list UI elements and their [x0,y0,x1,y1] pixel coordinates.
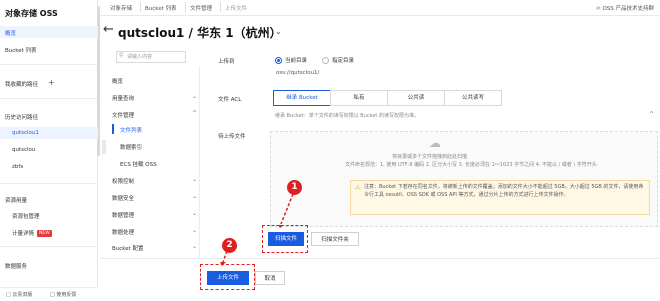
subnav-data-mgmt[interactable]: 数据管理 [112,211,134,219]
upload-path: oss://qutsclou1/ [276,70,320,76]
subnav-file-list[interactable]: 文件列表 [120,126,142,134]
acl-option-private[interactable]: 私有 [330,90,388,106]
drop-hint: 将目录或多个文件拖拽到此处扫描 [392,154,468,160]
breadcrumb-item[interactable]: 文件管理 [190,4,212,12]
sidebar-divider [0,246,97,247]
chevron-down-icon[interactable]: ⌄ [192,227,197,234]
add-favorite-icon[interactable]: + [48,78,55,87]
subnav-file-mgmt[interactable]: 文件管理 [112,111,134,119]
breadcrumb-current: 上传文件 [225,6,248,12]
new-badge: NEW [37,230,52,237]
acl-option-inherit[interactable]: 继承 Bucket [273,90,331,106]
chevron-down-icon[interactable]: ⌄ [192,243,197,250]
chevron-up-icon[interactable]: ^ [192,110,197,117]
chevron-down-icon[interactable]: ⌄ [275,27,282,36]
sidebar-history-item[interactable]: zbfs [12,164,23,170]
subnav-permission[interactable]: 权限控制 [112,177,134,185]
radio-current-label: 当前目录 [285,58,308,64]
old-version-link[interactable]: □ 云贵旧版 [6,291,32,298]
subnav-usage[interactable]: 用量查询 [112,94,134,102]
old-version-label: 云贵旧版 [12,292,33,298]
radio-current-dir[interactable]: 当前目录 [275,56,307,64]
annotation-arrow-2 [220,250,228,266]
cancel-button[interactable]: 取消 [255,271,285,285]
scan-folder-button[interactable]: 扫描文件夹 [311,232,359,246]
chevron-down-icon[interactable]: ⌄ [192,193,197,200]
sidebar-resource-item[interactable]: 资源包管理 [12,212,40,220]
subnav-active-bar [112,124,114,134]
radio-icon [275,57,282,64]
breadcrumb-separator [140,2,141,12]
page-title: qutsclou1 / 华东 1（杭州） [118,26,282,40]
acl-option-public-read-write[interactable]: 公共读写 [444,90,502,106]
subnav-bucket-config[interactable]: Bucket 配置 [112,244,144,252]
sidebar-history-section[interactable]: 历史访问路径 [5,113,38,121]
chevron-down-icon[interactable]: ⌄ [192,93,197,100]
chevron-down-icon[interactable]: ⌄ [192,210,197,217]
sidebar-title: 对象存储 OSS [5,9,58,18]
cloud-upload-icon: ☁ [429,136,441,150]
form-footer [100,258,660,301]
pending-files-label: 待上传文件 [218,134,246,140]
sidebar-divider [0,98,97,99]
back-arrow-icon[interactable]: ← [103,22,114,37]
sidebar-favorites[interactable]: 我收藏的路径 [5,80,38,88]
acl-hint: 继承 Bucket：单个文件的读写权限以 Bucket 的读写权限为准。 [275,113,419,119]
breadcrumb-separator [185,2,186,12]
naming-rule: 文件命名规范：1. 使用 UTF-8 编码 2. 区分大小写 3. 长度必须在 … [345,162,597,168]
subnav-collapse-handle[interactable] [102,140,106,154]
warning-text: 注意：Bucket 下若存在同名文件，将被新上传的文件覆盖；添加的文件大小不能超… [364,184,644,198]
feedback-link[interactable]: □ 使用反馈 [50,291,76,298]
sidebar-divider [0,64,97,65]
acl-option-public-read[interactable]: 公共读 [387,90,445,106]
search-icon: ⚲ [119,52,124,59]
sidebar-item-bucket-list[interactable]: Bucket 列表 [5,46,37,54]
top-bar [100,0,660,16]
subnav-ecs-mount[interactable]: ECS 挂载 OSS [120,160,157,168]
upload-to-label: 上传到 [218,59,235,65]
sidebar-history-item[interactable]: qutsclou1 [12,130,39,136]
sidebar-history-item[interactable]: qutsclou [12,147,35,153]
sidebar-resource-section[interactable]: 资源用量 [5,196,27,204]
feedback-label: 使用反馈 [56,292,77,298]
subnav-data-security[interactable]: 数据安全 [112,194,134,202]
sidebar-divider [0,183,97,184]
acl-label: 文件 ACL [218,97,242,103]
sidebar-footer: □ 云贵旧版 □ 使用反馈 [0,287,98,301]
warning-icon: ⚠ [355,184,361,191]
subnav-data-process[interactable]: 数据处理 [112,228,134,236]
subnav-data-index[interactable]: 数据索引 [120,143,142,151]
breadcrumb-separator [220,2,221,12]
chevron-up-icon[interactable]: ^ [649,111,654,118]
subnav-overview[interactable]: 概览 [112,77,123,85]
scan-file-button[interactable]: 扫描文件 [268,232,304,246]
annotation-arrow-1 [278,193,294,228]
breadcrumb-item[interactable]: Bucket 列表 [145,4,177,12]
sidebar-data-service[interactable]: 数据服务 [5,262,27,270]
radio-specified-label: 指定目录 [332,58,355,64]
subnav-search-input[interactable]: 请输入内容 [116,51,186,63]
chevron-down-icon[interactable]: ⌄ [192,176,197,183]
support-group-link[interactable]: ♾ OSS 产品技术支持群 [596,4,654,12]
upload-file-button[interactable]: 上传文件 [207,271,249,285]
breadcrumb-item[interactable]: 对象存储 [110,4,132,12]
sidebar-resource-item[interactable]: 计量详情 NEW [12,229,52,237]
radio-icon [322,57,329,64]
sidebar-resource-label: 计量详情 [12,231,35,237]
support-group-label: OSS 产品技术支持群 [602,6,654,12]
sidebar-item-overview[interactable]: 概览 [5,29,16,37]
radio-specified-dir[interactable]: 指定目录 [322,56,354,64]
